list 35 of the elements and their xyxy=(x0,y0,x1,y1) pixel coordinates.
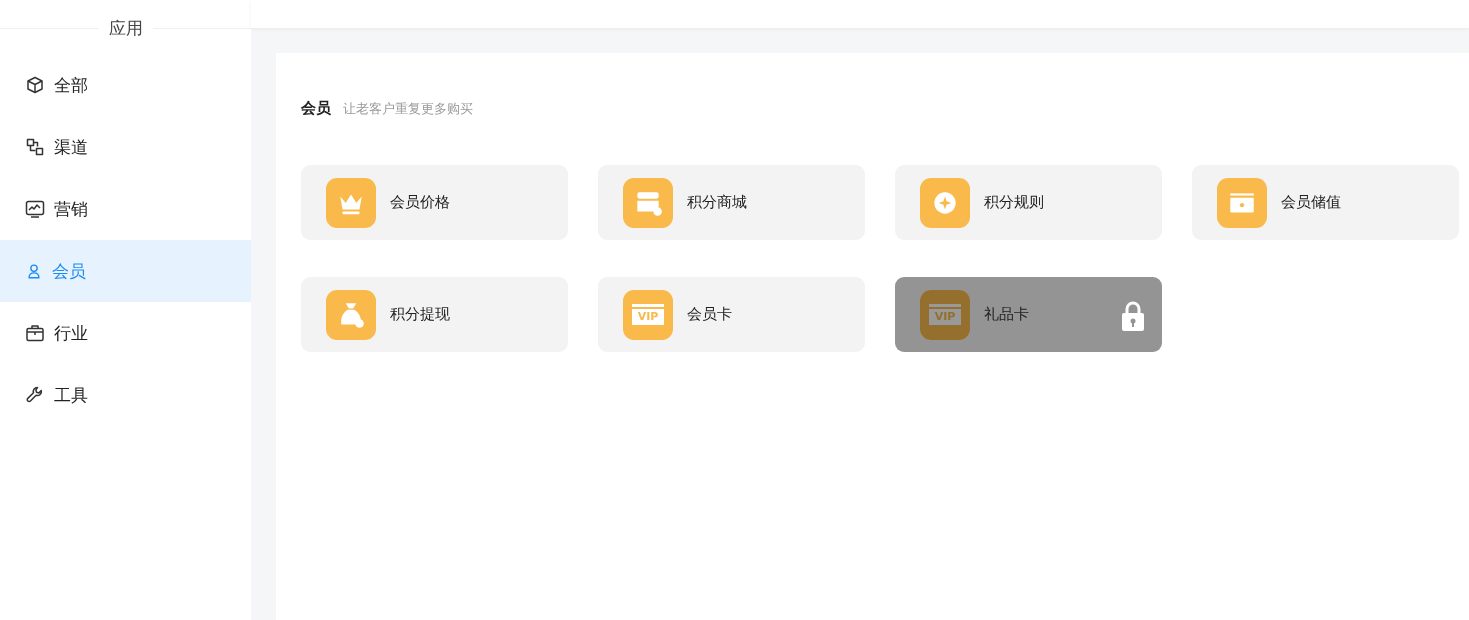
sidebar-item[interactable]: 全部 xyxy=(0,54,251,116)
app-label: 积分规则 xyxy=(984,193,1044,212)
cube-icon xyxy=(25,75,45,95)
monitor-chart-icon xyxy=(25,199,45,219)
sidebar-item[interactable]: 行业 xyxy=(0,302,251,364)
app-label: 会员价格 xyxy=(390,193,450,212)
shop-icon xyxy=(623,177,673,228)
section-title: 会员 xyxy=(301,99,331,118)
app-card[interactable]: 会员储值 xyxy=(1192,165,1459,240)
squares-icon xyxy=(25,137,45,157)
section-subtitle: 让老客户重复更多购买 xyxy=(343,100,473,118)
wrench-icon xyxy=(25,385,45,405)
app-label: 积分商城 xyxy=(687,193,747,212)
money-bag-icon xyxy=(326,289,376,340)
app-card[interactable]: VIP 礼品卡 xyxy=(895,277,1162,352)
sidebar-item[interactable]: 渠道 xyxy=(0,116,251,178)
sidebar-item[interactable]: 营销 xyxy=(0,178,251,240)
sidebar-heading: 应用 xyxy=(98,18,153,38)
app-label: 礼品卡 xyxy=(984,305,1029,324)
app-label: 积分提现 xyxy=(390,305,450,324)
app-card[interactable]: 积分商城 xyxy=(598,165,865,240)
crown-icon xyxy=(326,177,376,228)
card-icon xyxy=(1217,177,1267,228)
vip-card-icon: VIP xyxy=(920,289,970,340)
app-card[interactable]: 积分提现 xyxy=(301,277,568,352)
app-card[interactable]: VIP 会员卡 xyxy=(598,277,865,352)
app-label: 会员储值 xyxy=(1281,193,1341,212)
app-card[interactable]: 积分规则 xyxy=(895,165,1162,240)
briefcase-icon xyxy=(25,323,45,343)
vip-card-icon: VIP xyxy=(623,289,673,340)
lock-icon xyxy=(1119,300,1147,332)
sidebar-item[interactable]: 工具 xyxy=(0,364,251,426)
coin-icon xyxy=(920,177,970,228)
app-label: 会员卡 xyxy=(687,305,732,324)
app-card[interactable]: 会员价格 xyxy=(301,165,568,240)
